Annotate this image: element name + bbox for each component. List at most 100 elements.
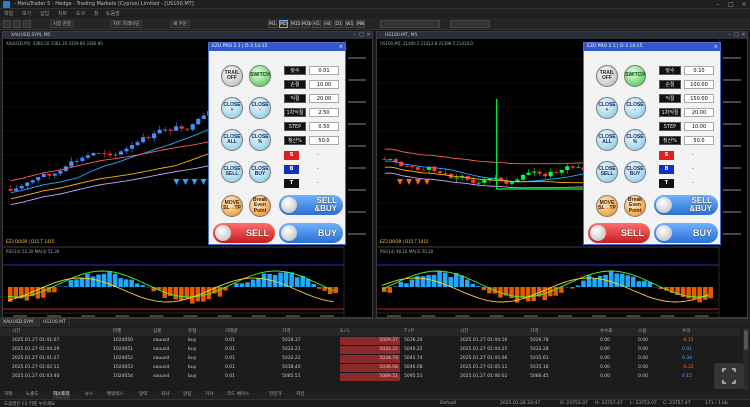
maximize-icon[interactable]: □ [725, 0, 737, 9]
toolbox-tab-7[interactable]: 알림 [183, 391, 191, 399]
menu-item-insert[interactable]: 삽입 [40, 10, 49, 17]
table-row[interactable]: 2025.01.27 01:02:11 1024053 xauusd buy 0.01 5… [0, 364, 740, 372]
close-percent-button[interactable]: CLOSE % [249, 129, 271, 151]
menu-item-view[interactable]: 보기 [22, 10, 31, 17]
sell-button[interactable]: SELL [213, 223, 275, 243]
col-tp[interactable]: T / P [404, 328, 414, 336]
col-symbol[interactable]: 심볼 [153, 328, 161, 336]
buy-button[interactable]: BUY [279, 223, 343, 243]
toolbox-tab-3[interactable]: 뉴스 [85, 391, 93, 399]
break-even-button[interactable]: Break Even Point [249, 195, 271, 217]
toolbox-tab-10[interactable]: 전문가 [269, 391, 281, 399]
buy-button[interactable]: BUY [654, 223, 718, 243]
switch-button[interactable]: SWITCH [249, 65, 271, 87]
close-buy-button[interactable]: CLOSE BUY [249, 161, 271, 183]
chart-maximize-icon[interactable]: □ [358, 32, 365, 39]
takeprofit-input[interactable]: 20.00 [309, 94, 339, 103]
toolbox-tab-1[interactable]: 노출도 [26, 391, 38, 399]
scrollbar-thumb[interactable] [744, 330, 748, 350]
sell-button[interactable]: SELL [588, 223, 650, 243]
close-icon[interactable]: × [738, 0, 750, 9]
step-input[interactable]: 10.00 [684, 122, 714, 131]
toolbox-tab-0[interactable]: 거래 [4, 391, 12, 399]
chart-close-icon[interactable]: × [365, 32, 372, 39]
menu-item-chart[interactable]: 차트 [58, 10, 67, 17]
break-even-button[interactable]: Break Even Point [624, 195, 646, 217]
symbol-tab-us100[interactable]: US100.MT [40, 319, 70, 327]
tf-h1[interactable]: H1 [312, 20, 321, 28]
toolbox-tab-8[interactable]: 기사 [205, 391, 213, 399]
toolbox-tab-11[interactable]: 저널 [296, 391, 304, 399]
close-buy-button[interactable]: CLOSE BUY [624, 161, 646, 183]
menu-item-tools[interactable]: 도구 [76, 10, 85, 17]
tf-m15[interactable]: M15 [290, 20, 301, 28]
col-volume[interactable]: 거래량 [225, 328, 237, 336]
col-price[interactable]: 가격 [282, 328, 290, 336]
tf-m1[interactable]: M1 [268, 20, 277, 28]
toolbox-tab-5[interactable]: 달력 [139, 391, 147, 399]
lots-input[interactable]: 0.10 [684, 66, 714, 75]
status-profile[interactable]: Default [440, 401, 456, 406]
col-sl[interactable]: S / L [340, 328, 350, 336]
tf-mn[interactable]: MN [356, 20, 365, 28]
toolbox-tab-4[interactable]: 메일박스 [107, 391, 124, 399]
col-type[interactable]: 유형 [188, 328, 196, 336]
close-plus-button[interactable]: CLOSE + [596, 97, 618, 119]
first-tp-input[interactable]: 20.00 [684, 108, 714, 117]
new-order-button[interactable]: 새 주문 [170, 20, 190, 28]
market-watch-icon[interactable] [23, 20, 31, 28]
col-commission[interactable]: 수수료 [600, 328, 612, 336]
close-percent-input[interactable]: 50.0 [684, 136, 714, 145]
move-sl-tp-button[interactable]: MOVE SL→TP [596, 195, 618, 217]
close-all-button[interactable]: CLOSE ALL [221, 129, 243, 151]
stoploss-input[interactable]: 10.00 [309, 80, 339, 89]
new-chart-icon[interactable] [3, 20, 11, 28]
move-sl-tp-button[interactable]: MOVE SL→TP [221, 195, 243, 217]
screenshot-overlay-button[interactable] [714, 363, 744, 389]
col-close-time[interactable]: 시간 [460, 328, 468, 336]
tf-m5[interactable]: M5 [279, 20, 288, 28]
menu-item-file[interactable]: 파일 [4, 10, 13, 17]
toolbox-tab-6[interactable]: 회사 [161, 391, 169, 399]
market-watch-button[interactable]: 시장 관찰 [50, 20, 74, 28]
col-swap[interactable]: 스왑 [638, 328, 646, 336]
close-percent-input[interactable]: 50.0 [309, 136, 339, 145]
step-input[interactable]: 0.50 [309, 122, 339, 131]
panel-close-icon[interactable]: × [339, 43, 343, 51]
table-row[interactable]: 2025.01.27 01:01:07 1024050 xauusd buy 0.01 5… [0, 337, 740, 345]
tf-w1[interactable]: W1 [345, 20, 354, 28]
first-tp-input[interactable]: 2.50 [309, 108, 339, 117]
profiles-icon[interactable] [13, 20, 21, 28]
table-row[interactable]: 2025.01.27 01:04:29 1024051 xauusd buy 0.01 5… [0, 346, 740, 354]
chart-minimize-icon[interactable]: – [726, 32, 733, 39]
chart-maximize-icon[interactable]: □ [733, 32, 740, 39]
col-close-price[interactable]: 가격 [530, 328, 538, 336]
minimize-icon[interactable]: – [712, 0, 724, 9]
close-sell-button[interactable]: CLOSE SELL [221, 161, 243, 183]
lots-input[interactable]: 0.01 [309, 66, 339, 75]
menu-item-window[interactable]: 창 [94, 10, 99, 17]
stoploss-input[interactable]: 100.00 [684, 80, 714, 89]
drawing-tools[interactable] [380, 20, 440, 28]
close-all-button[interactable]: CLOSE ALL [596, 129, 618, 151]
chart-minimize-icon[interactable]: – [351, 32, 358, 39]
sell-and-buy-button[interactable]: SELL &BUY [654, 195, 718, 215]
col-time[interactable]: 시간 [12, 328, 20, 336]
tf-m30[interactable]: M30 [301, 20, 312, 28]
table-row[interactable]: 2025.01.27 01:03:40 1024054 xauusd buy 0.01 5… [0, 373, 740, 381]
takeprofit-input[interactable]: 150.00 [684, 94, 714, 103]
close-sell-button[interactable]: CLOSE SELL [596, 161, 618, 183]
symbol-tab-xauusd[interactable]: XAUUSD.SYM [0, 319, 40, 327]
sell-and-buy-button[interactable]: SELL &BUY [279, 195, 343, 215]
trail-off-button[interactable]: TRAIL OFF [221, 65, 243, 87]
col-ticket[interactable]: 티켓 [113, 328, 121, 336]
switch-button[interactable]: SWITCH [624, 65, 646, 87]
chart-close-icon[interactable]: × [740, 32, 747, 39]
panel-close-icon[interactable]: × [714, 43, 718, 51]
toolbox-tab-9[interactable]: 코드 베이스 [227, 391, 249, 399]
trail-off-button[interactable]: TRAIL OFF [596, 65, 618, 87]
chart-trading-button[interactable]: 차트 트레이딩 [110, 20, 143, 28]
menu-item-help[interactable]: 도움말 [106, 10, 120, 17]
table-row[interactable]: 2025.01.27 01:01:27 1024052 xauusd buy 0.01 5… [0, 355, 740, 363]
close-minus-button[interactable]: CLOSE - [624, 97, 646, 119]
